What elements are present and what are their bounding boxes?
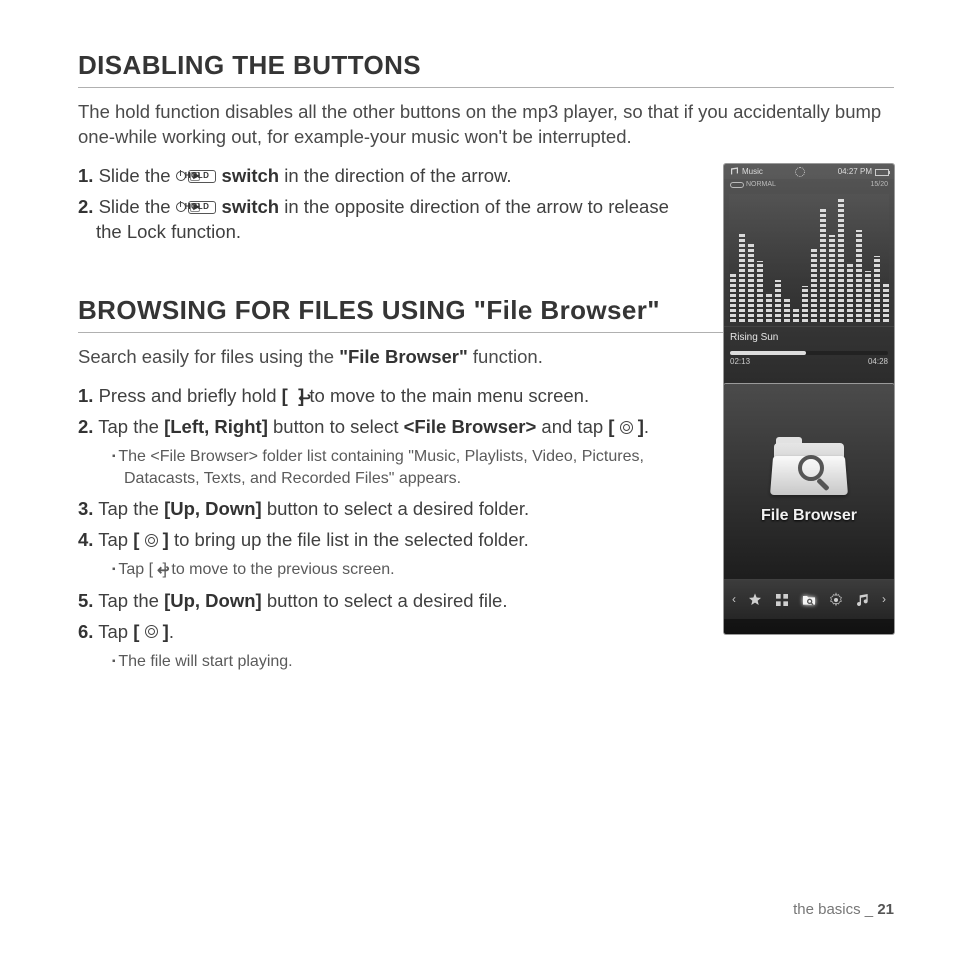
step-text: ] to move to the previous screen.: [158, 561, 395, 578]
hold-label: HOLD: [203, 202, 210, 213]
step-text: <File Browser>: [404, 416, 537, 437]
select-icon: [145, 534, 158, 547]
step-text: Tap: [98, 621, 133, 642]
step-2-fb-sub: The <File Browser> folder list containin…: [112, 446, 693, 489]
hold-label: HOLD: [203, 171, 210, 182]
step-text: Slide the: [99, 165, 176, 186]
apps-icon: [774, 592, 790, 608]
step-3-fb: 3. Tap the [Up, Down] button to select a…: [78, 497, 693, 522]
step-text: button to select a desired file.: [262, 590, 508, 611]
device-screenshot-filebrowser: File Browser ‹ ›: [724, 384, 894, 634]
step-text: switch: [222, 165, 280, 186]
device-progress-bar: [730, 351, 888, 355]
folder-search-icon: [770, 437, 848, 495]
step-text: to bring up the file list in the selecte…: [169, 529, 529, 550]
heading-disabling-buttons: DISABLING THE BUTTONS: [78, 48, 894, 88]
intro-disabling: The hold function disables all the other…: [78, 100, 894, 150]
step-4-fb: 4. Tap [ ] to bring up the file list in …: [78, 528, 693, 553]
step-text: function.: [468, 346, 543, 367]
device-total: 04:28: [868, 357, 888, 368]
step-2-disable: 2. Slide the HOLD▶ switch in the opposit…: [78, 195, 693, 245]
step-1-fb: 1. Press and briefly hold [ ↪ ] to move …: [78, 384, 693, 409]
step-1-disable: 1. Slide the HOLD▶ switch in the directi…: [78, 164, 693, 189]
step-6-fb: 6. Tap [ ].: [78, 620, 693, 645]
hold-switch-icon: HOLD▶: [176, 170, 217, 183]
select-icon: [620, 421, 633, 434]
step-text: to move to the main menu screen.: [304, 385, 589, 406]
step-text: switch: [222, 196, 280, 217]
step-2-fb: 2. Tap the [Left, Right] button to selec…: [78, 415, 693, 440]
favorites-icon: [747, 592, 763, 608]
mode-pill-icon: [730, 182, 744, 188]
music-mini-icon: [855, 592, 871, 608]
device-track-counter: 15/20: [870, 180, 888, 189]
equalizer-visual: [729, 194, 889, 322]
step-text: [Up, Down]: [164, 590, 262, 611]
step-text: in the direction of the arrow.: [279, 165, 511, 186]
music-icon: [729, 167, 739, 177]
device-clock: 04:27 PM: [838, 167, 872, 178]
device-mode: NORMAL: [746, 180, 776, 189]
power-icon: [176, 171, 186, 181]
step-text: Tap the: [98, 498, 164, 519]
select-icon: [145, 625, 158, 638]
footer-chapter: the basics _: [793, 901, 877, 918]
step-text: button to select a desired folder.: [262, 498, 529, 519]
device-app-title: Music: [742, 167, 763, 178]
back-icon: ↪: [157, 561, 158, 581]
hold-switch-icon: HOLD▶: [176, 201, 217, 214]
nav-right-icon: ›: [882, 591, 886, 607]
page-footer: the basics _ 21: [793, 900, 894, 920]
step-text: Press and briefly hold: [99, 385, 282, 406]
footer-page-number: 21: [877, 901, 894, 918]
step-6-fb-sub: The file will start playing.: [112, 651, 693, 673]
power-icon: [176, 202, 186, 212]
step-text: Tap: [98, 529, 133, 550]
step-4-fb-sub: Tap [ ↪ ] to move to the previous screen…: [112, 559, 693, 581]
device-fb-label: File Browser: [761, 505, 857, 527]
device-song-title: Rising Sun: [724, 326, 894, 347]
step-text: Tap the: [98, 416, 164, 437]
step-text: Tap the: [98, 590, 164, 611]
step-text: button to select: [268, 416, 404, 437]
nav-left-icon: ‹: [732, 591, 736, 607]
step-text: Slide the: [99, 196, 176, 217]
step-text: Search easily for files using the: [78, 346, 339, 367]
step-5-fb: 5. Tap the [Up, Down] button to select a…: [78, 589, 693, 614]
step-text: [Left, Right]: [164, 416, 268, 437]
step-text: "File Browser": [339, 346, 468, 367]
battery-icon: [875, 169, 889, 176]
settings-mini-icon: [828, 592, 844, 608]
device-iconbar: ‹ ›: [724, 579, 894, 619]
device-elapsed: 02:13: [730, 357, 750, 368]
step-text: Tap [: [118, 561, 157, 578]
device-screenshot-music: Music 04:27 PM NORMAL 15/20 Rising Sun 0…: [724, 164, 894, 396]
step-text: [Up, Down]: [164, 498, 262, 519]
step-text: and tap: [536, 416, 608, 437]
filebrowser-mini-icon: [801, 592, 817, 608]
settings-icon: [795, 167, 805, 177]
